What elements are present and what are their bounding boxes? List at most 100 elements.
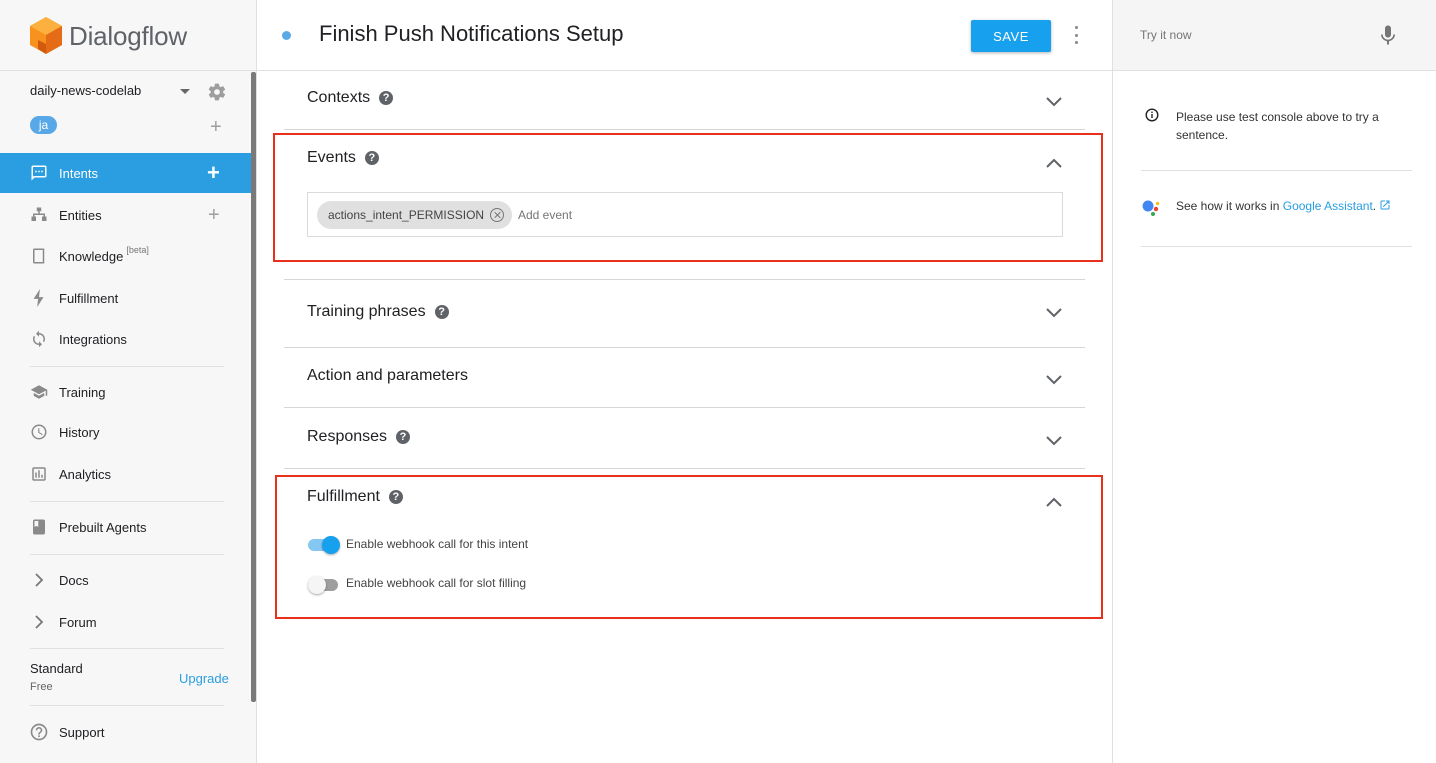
external-link-icon[interactable] [1379, 199, 1391, 211]
test-console-panel: Please use test console above to try a s… [1112, 0, 1436, 763]
gear-icon[interactable] [207, 82, 227, 102]
sidebar-item-entities[interactable]: Entities + [0, 195, 252, 235]
sidebar-item-prebuilt-agents[interactable]: Prebuilt Agents [0, 507, 252, 547]
intent-header: Finish Push Notifications Setup SAVE [257, 0, 1112, 71]
highlight-box-events [273, 133, 1103, 262]
section-title: Training phrases [307, 303, 426, 320]
language-chip[interactable]: ja [30, 116, 57, 134]
sidebar-item-label: Prebuilt Agents [59, 519, 147, 535]
more-vert-icon[interactable] [1072, 26, 1080, 44]
info-icon [1145, 108, 1159, 122]
section-title: Action and parameters [307, 367, 468, 384]
book-icon [29, 246, 49, 266]
sidebar-divider [30, 648, 224, 649]
lightning-icon [29, 288, 49, 308]
sync-icon [29, 329, 49, 349]
save-button[interactable]: SAVE [971, 20, 1051, 52]
chevron-down-icon[interactable] [1045, 435, 1063, 447]
sidebar-divider [30, 366, 224, 367]
ga-prefix: See how it works in [1176, 199, 1280, 213]
book-icon [29, 517, 49, 537]
sidebar-item-label: Analytics [59, 466, 112, 482]
sidebar-divider [30, 554, 224, 555]
help-icon[interactable]: ? [379, 91, 394, 105]
knowledge-label: Knowledge [59, 248, 124, 264]
sidebar-item-support[interactable]: Support [0, 712, 252, 752]
sidebar: Dialogflow daily-news-codelab ja + Inten… [0, 0, 257, 763]
sidebar-item-knowledge[interactable]: Knowledge [beta] [0, 236, 252, 276]
agent-dropdown-caret-icon[interactable] [180, 89, 190, 94]
google-assistant-text: See how it works in Google Assistant. [1176, 199, 1391, 213]
dialogflow-logo-icon [30, 17, 62, 54]
sidebar-item-training[interactable]: Training [0, 372, 252, 412]
chevron-down-icon[interactable] [1045, 374, 1063, 386]
sidebar-item-intents[interactable]: Intents + [0, 153, 252, 193]
chat-bubble-icon [29, 163, 49, 183]
logo-text: Dialogflow [69, 20, 187, 51]
beta-badge: [beta] [126, 244, 149, 255]
sidebar-item-label: Forum [59, 614, 97, 630]
panel-divider [1141, 170, 1412, 171]
sidebar-item-integrations[interactable]: Integrations [0, 319, 252, 359]
agent-name[interactable]: daily-news-codelab [30, 83, 141, 98]
panel-divider [1141, 246, 1412, 247]
section-divider [284, 129, 1085, 130]
help-icon[interactable]: ? [434, 305, 449, 319]
sidebar-item-label: History [59, 424, 100, 440]
google-assistant-icon [1142, 200, 1160, 216]
add-language-icon[interactable]: + [210, 117, 222, 137]
sidebar-item-history[interactable]: History [0, 412, 252, 452]
section-contexts-header[interactable]: Contexts ? [307, 89, 394, 107]
ga-suffix: . [1372, 199, 1377, 213]
help-icon[interactable]: ? [396, 430, 411, 444]
plan-name: Standard [30, 661, 83, 676]
sidebar-item-label: Fulfillment [59, 290, 119, 306]
try-it-now-input[interactable] [1140, 28, 1360, 42]
chevron-down-icon[interactable] [1045, 307, 1063, 319]
chevron-right-icon [29, 570, 49, 590]
graduation-cap-icon [29, 382, 49, 402]
sidebar-item-forum[interactable]: Forum [0, 602, 252, 642]
google-assistant-link[interactable]: Google Assistant [1283, 199, 1373, 213]
sidebar-item-docs[interactable]: Docs [0, 560, 252, 600]
add-entity-icon[interactable]: + [208, 205, 220, 225]
section-divider [284, 407, 1085, 408]
hierarchy-icon [29, 205, 49, 225]
section-title: Responses [307, 428, 388, 445]
sidebar-item-label: Training [59, 384, 106, 400]
highlight-box-fulfillment [275, 475, 1103, 619]
sidebar-scrollbar[interactable] [251, 72, 256, 702]
section-divider [284, 347, 1085, 348]
sidebar-item-label: Intents [59, 165, 99, 181]
microphone-icon[interactable] [1381, 25, 1395, 45]
chevron-right-icon [29, 612, 49, 632]
bar-chart-icon [29, 464, 49, 484]
section-divider [284, 468, 1085, 469]
chevron-down-icon[interactable] [1045, 96, 1063, 108]
sidebar-divider [30, 705, 224, 706]
help-circle-icon [29, 722, 49, 742]
sidebar-item-analytics[interactable]: Analytics [0, 454, 252, 494]
section-responses-header[interactable]: Responses ? [307, 428, 411, 446]
sidebar-item-label: Knowledge [beta] [59, 245, 149, 264]
sidebar-divider [0, 70, 256, 71]
sidebar-item-label: Integrations [59, 331, 127, 347]
section-divider [284, 279, 1085, 280]
clock-icon [29, 422, 49, 442]
info-message: Please use test console above to try a s… [1176, 110, 1379, 142]
section-training-phrases-header[interactable]: Training phrases ? [307, 303, 449, 321]
logo[interactable]: Dialogflow [29, 16, 187, 56]
add-intent-icon[interactable]: + [207, 162, 220, 184]
sidebar-item-label: Entities [59, 207, 102, 223]
sidebar-item-label: Docs [59, 572, 89, 588]
section-title: Contexts [307, 89, 371, 106]
sidebar-item-label: Support [59, 724, 105, 740]
test-console-bar [1113, 0, 1436, 71]
status-dot-icon [282, 31, 291, 40]
plan-tier: Free [30, 681, 53, 693]
sidebar-item-fulfillment[interactable]: Fulfillment [0, 278, 252, 318]
sidebar-divider [30, 501, 224, 502]
upgrade-link[interactable]: Upgrade [179, 671, 229, 686]
page-title[interactable]: Finish Push Notifications Setup [319, 21, 624, 47]
section-action-parameters-header[interactable]: Action and parameters [307, 367, 468, 385]
